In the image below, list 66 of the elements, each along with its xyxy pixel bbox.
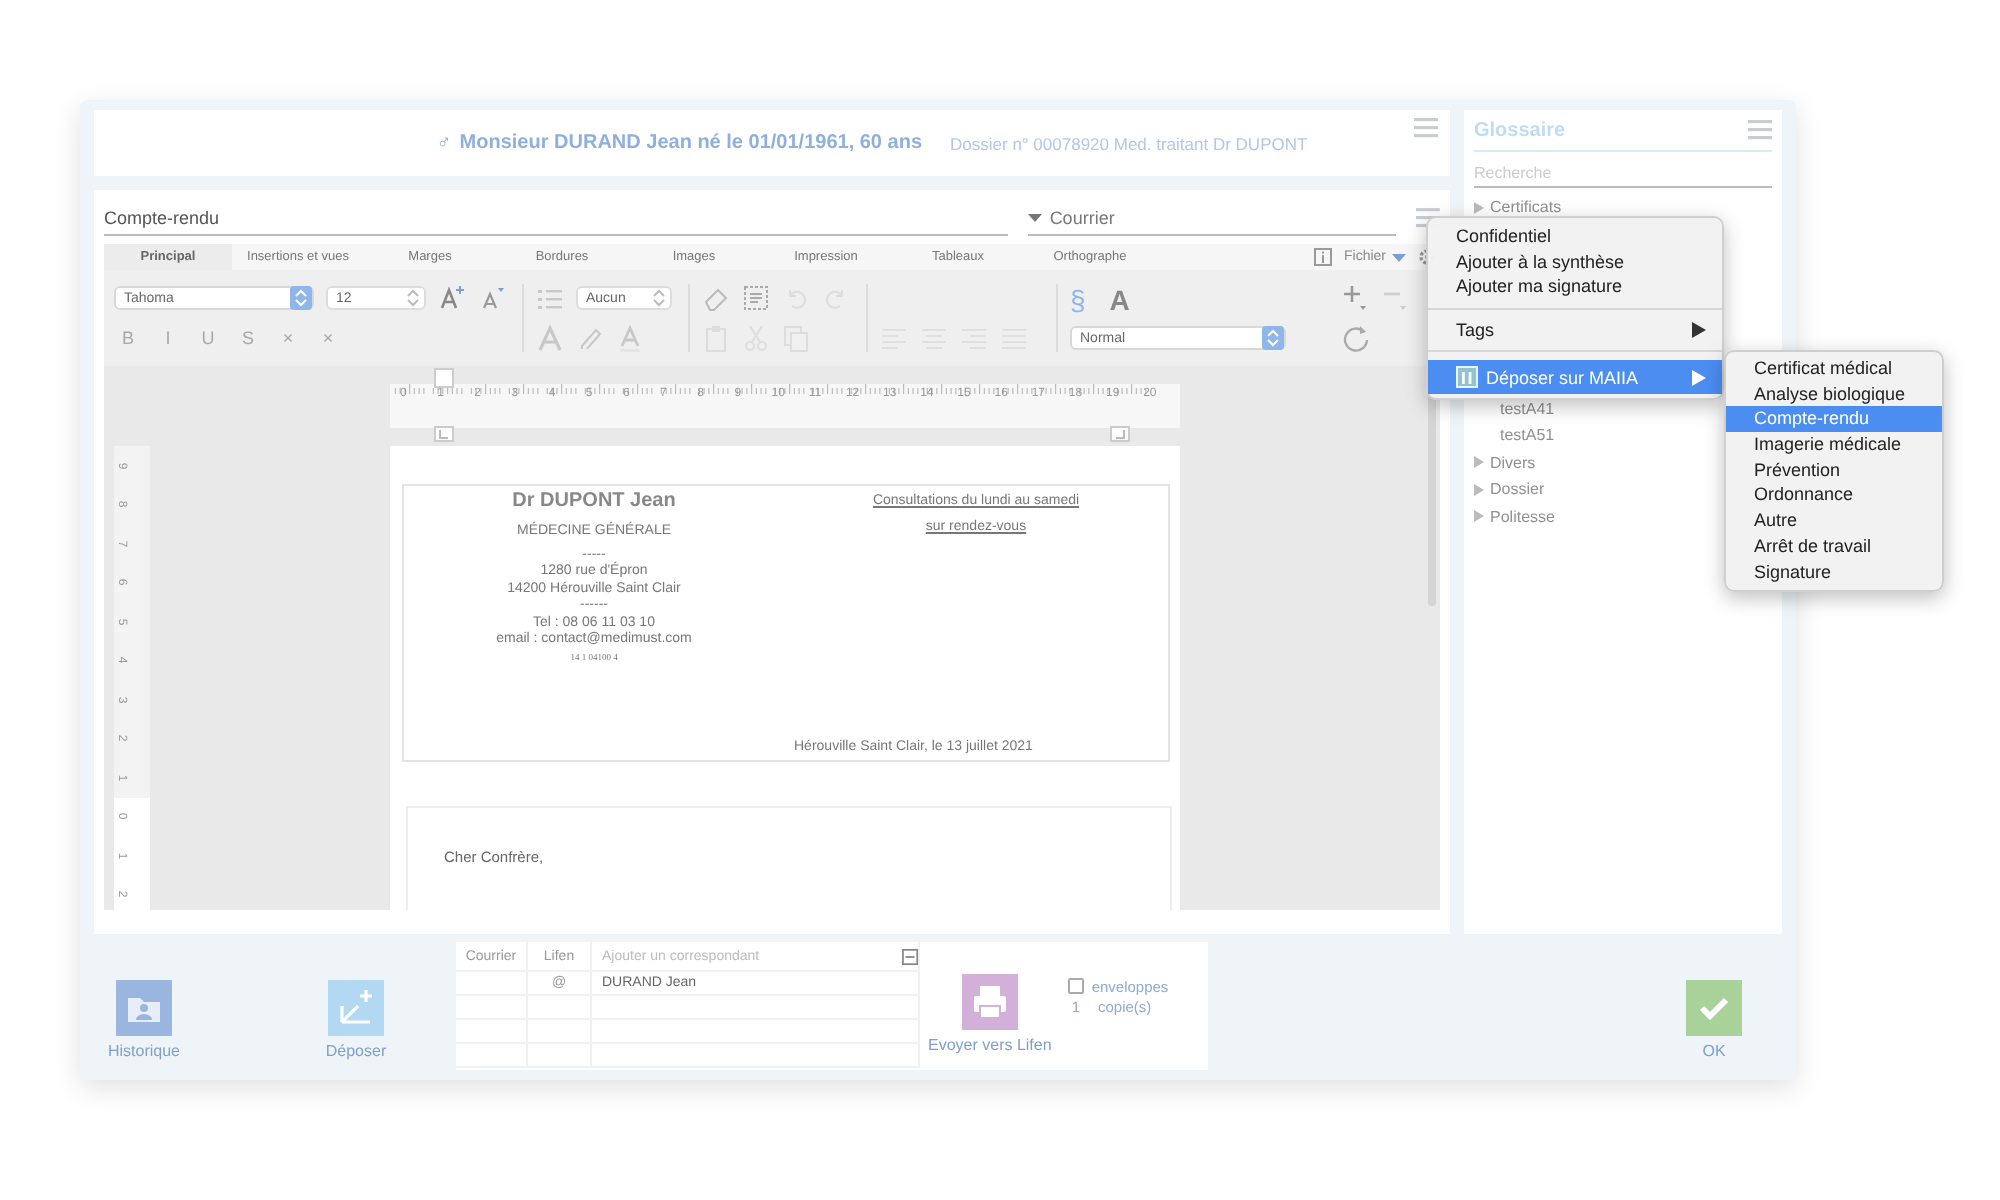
folder-icon[interactable] [116,979,172,1035]
triangle-icon[interactable] [1474,456,1484,469]
sex-symbol: ♂ [436,132,452,154]
triangle-icon[interactable] [1474,510,1484,523]
menu-icon[interactable] [1748,120,1772,140]
menu-item[interactable]: Arrêt de travail [1726,533,1942,559]
indent-marker-icon[interactable] [434,368,454,388]
margin-marker-icon[interactable] [1110,426,1130,442]
menu-item[interactable]: Analyse biologique [1726,381,1942,407]
menu-item[interactable]: Déposer sur MAIIA [1428,360,1722,394]
menu-item[interactable]: Tags [1428,317,1722,342]
caret-icon [1392,253,1406,261]
tree-item[interactable]: Politesse [1490,507,1555,526]
text-color-icon[interactable] [616,324,644,352]
stepper-icon [402,286,424,310]
collapse-icon[interactable] [901,947,918,965]
stepper-icon [290,286,312,310]
highlighter-icon[interactable] [576,324,604,352]
refresh-icon[interactable] [1342,324,1374,352]
checkbox[interactable] [1067,978,1084,994]
type-dropdown[interactable]: Courrier [1027,199,1397,235]
caret-icon [1027,213,1042,221]
menu-item[interactable]: Autre [1726,508,1942,534]
font-grow-icon[interactable] [438,284,466,312]
menu-item[interactable]: Ajouter à la synthèse [1428,249,1722,274]
tree-item[interactable]: Divers [1490,453,1536,472]
eraser-icon[interactable] [702,284,730,312]
checkmark-icon[interactable] [1686,979,1742,1035]
stepper-icon [1262,326,1284,350]
button-label[interactable]: Historique [107,1041,180,1059]
panel-title: Glossaire [1474,119,1566,141]
title-field[interactable]: Compte-rendu [104,199,1008,235]
letterhead-line: Dr DUPONT Jean [512,490,676,514]
triangle-icon[interactable] [1474,483,1484,496]
menu-item[interactable]: Ordonnance [1726,482,1942,509]
edit-plus-icon[interactable] [328,979,384,1035]
frame-icon[interactable] [742,284,770,312]
button-label[interactable]: Déposer [325,1041,387,1059]
printer-icon[interactable] [961,974,1018,1030]
tree-item[interactable]: testA41 [1500,395,1555,422]
menu-icon[interactable] [1414,118,1438,138]
menu-item[interactable]: Signature [1726,559,1942,585]
submenu-arrow-icon [1692,369,1706,385]
menu-item[interactable]: Ajouter ma signature [1428,274,1722,299]
list-icon[interactable] [536,284,564,312]
menu-item[interactable]: Prévention [1726,457,1942,483]
triangle-icon[interactable] [1474,201,1484,214]
menu-item[interactable]: Compte-rendu [1726,406,1942,433]
tree-item[interactable]: Dossier [1490,480,1545,499]
menu-item[interactable]: Imagerie médicale [1726,432,1942,458]
button-label[interactable]: OK [1702,1041,1726,1059]
info-icon[interactable] [1313,248,1332,266]
tree-item[interactable]: Certificats [1490,198,1562,217]
menu-item[interactable]: Confidentiel [1428,224,1722,249]
margin-marker-icon[interactable] [434,426,454,442]
text-outline-icon[interactable] [536,324,564,352]
style-button[interactable]: A [1109,284,1130,316]
stepper-icon [648,286,670,310]
menu-item[interactable]: Certificat médical [1726,356,1942,382]
submenu-arrow-icon [1692,321,1706,338]
patient-name: Monsieur DURAND Jean né le 01/01/1961, 60 ans [459,132,923,154]
tree-item[interactable]: testA51 [1500,422,1555,449]
plus-icon[interactable] [1342,284,1370,312]
font-shrink-icon[interactable] [478,284,506,312]
dossier-info: Dossier n° 00078920 Med. traitant Dr DUPONT [950,133,1308,153]
button-label[interactable]: Evoyer vers Lifen [928,1036,1052,1054]
